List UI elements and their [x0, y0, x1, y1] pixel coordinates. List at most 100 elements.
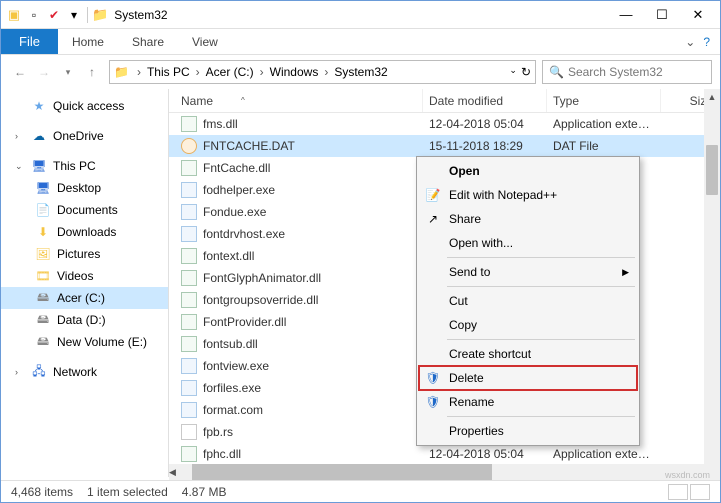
col-type[interactable]: Type [547, 89, 661, 112]
context-menu: Open 📝Edit with Notepad++ ↗Share Open wi… [416, 156, 640, 446]
qat-item[interactable]: ▫ [25, 6, 43, 24]
address-folder-icon: 📁 [114, 65, 129, 79]
chevron-icon[interactable]: › [192, 65, 204, 79]
view-large-button[interactable] [690, 484, 710, 500]
nav-quick-access[interactable]: ★Quick access [1, 95, 168, 117]
scrollbar-thumb[interactable] [706, 145, 718, 195]
ctx-send-to[interactable]: Send to▶ [419, 260, 637, 284]
file-name: fodhelper.exe [203, 183, 275, 197]
file-name: fontext.dll [203, 249, 254, 263]
scroll-left-icon[interactable]: ◀ [169, 464, 176, 480]
ctx-delete[interactable]: Delete [419, 366, 637, 390]
file-tab[interactable]: File [1, 29, 58, 54]
tab-view[interactable]: View [178, 29, 232, 54]
refresh-icon[interactable]: ↻ [521, 65, 531, 79]
nav-videos[interactable]: 🎞Videos [1, 265, 168, 287]
file-icon [181, 424, 197, 440]
ctx-share[interactable]: ↗Share [419, 207, 637, 231]
nav-data-d[interactable]: 🖴Data (D:) [1, 309, 168, 331]
col-date[interactable]: Date modified [423, 89, 547, 112]
back-button[interactable]: ← [9, 61, 31, 83]
nav-onedrive[interactable]: ›☁OneDrive [1, 125, 168, 147]
ctx-cut[interactable]: Cut [419, 289, 637, 313]
shield-icon [425, 371, 441, 385]
title-bar: ▣ ▫ ✔ ▾ 📁 System32 — ☐ ✕ [1, 1, 720, 29]
nav-acer-c[interactable]: 🖴Acer (C:) [1, 287, 168, 309]
shield-icon [425, 395, 441, 409]
nav-this-pc[interactable]: ⌄🖥This PC [1, 155, 168, 177]
scroll-up-icon[interactable]: ▲ [704, 89, 720, 105]
file-row[interactable]: fphc.dll12-04-2018 05:04Application exte… [169, 443, 720, 465]
ctx-properties[interactable]: Properties [419, 419, 637, 443]
file-date: 15-11-2018 18:29 [423, 139, 547, 153]
horizontal-scrollbar[interactable]: ◀ [169, 464, 720, 480]
file-icon [181, 380, 197, 396]
breadcrumb[interactable]: Acer (C:) [204, 65, 256, 79]
file-type: DAT File [547, 139, 661, 153]
file-row[interactable]: FNTCACHE.DAT15-11-2018 18:29DAT File [169, 135, 720, 157]
view-details-button[interactable] [668, 484, 688, 500]
file-name: forfiles.exe [203, 381, 261, 395]
forward-button[interactable]: → [33, 61, 55, 83]
breadcrumb[interactable]: System32 [332, 65, 389, 79]
tab-home[interactable]: Home [58, 29, 118, 54]
file-icon [181, 248, 197, 264]
up-button[interactable]: ↑ [81, 61, 103, 83]
chevron-icon[interactable]: › [133, 65, 145, 79]
nav-pictures[interactable]: 🖼Pictures [1, 243, 168, 265]
maximize-button[interactable]: ☐ [644, 3, 680, 27]
ctx-create-shortcut[interactable]: Create shortcut [419, 342, 637, 366]
ctx-open[interactable]: Open [419, 159, 637, 183]
qat-dropdown-icon[interactable]: ▾ [65, 6, 83, 24]
search-placeholder: Search System32 [568, 65, 663, 79]
file-name: format.com [203, 403, 263, 417]
file-icon [181, 116, 197, 132]
vertical-scrollbar[interactable]: ▲ ▼ [704, 89, 720, 477]
ctx-edit-notepad[interactable]: 📝Edit with Notepad++ [419, 183, 637, 207]
help-icon[interactable]: ? [703, 35, 710, 49]
file-name: FntCache.dll [203, 161, 270, 175]
file-date: 12-04-2018 05:04 [423, 447, 547, 461]
search-input[interactable]: 🔍 Search System32 [542, 60, 712, 84]
qat-checkmark-icon[interactable]: ✔ [45, 6, 63, 24]
nav-new-volume-e[interactable]: 🖴New Volume (E:) [1, 331, 168, 353]
ctx-rename[interactable]: Rename [419, 390, 637, 414]
address-dropdown-icon[interactable]: ⌄ [509, 65, 517, 79]
navigation-bar: ← → ▾ ↑ 📁 › This PC › Acer (C:) › Window… [1, 55, 720, 89]
chevron-icon[interactable]: › [320, 65, 332, 79]
file-icon [181, 182, 197, 198]
file-icon [181, 314, 197, 330]
column-headers: Name^ Date modified Type Size [169, 89, 720, 113]
nav-documents[interactable]: 📄Documents [1, 199, 168, 221]
file-icon [181, 446, 197, 462]
scrollbar-thumb-h[interactable] [192, 464, 492, 480]
close-button[interactable]: ✕ [680, 3, 716, 27]
file-name: fphc.dll [203, 447, 241, 461]
folder-menu-icon[interactable]: ▣ [5, 6, 23, 24]
nav-desktop[interactable]: 🖥Desktop [1, 177, 168, 199]
file-name: fontsub.dll [203, 337, 258, 351]
ribbon-expand-icon[interactable]: ⌄ [685, 35, 695, 49]
history-dropdown[interactable]: ▾ [57, 61, 79, 83]
tab-share[interactable]: Share [118, 29, 178, 54]
file-name: fpb.rs [203, 425, 233, 439]
file-icon [181, 270, 197, 286]
status-size: 4.87 MB [182, 485, 227, 499]
breadcrumb[interactable]: This PC [145, 65, 192, 79]
breadcrumb[interactable]: Windows [268, 65, 321, 79]
file-name: FontProvider.dll [203, 315, 286, 329]
address-bar[interactable]: 📁 › This PC › Acer (C:) › Windows › Syst… [109, 60, 536, 84]
ctx-open-with[interactable]: Open with... [419, 231, 637, 255]
nav-downloads[interactable]: ⬇Downloads [1, 221, 168, 243]
nav-network[interactable]: ›🖧Network [1, 361, 168, 383]
file-name: FontGlyphAnimator.dll [203, 271, 321, 285]
minimize-button[interactable]: — [608, 3, 644, 27]
ctx-copy[interactable]: Copy [419, 313, 637, 337]
file-icon [181, 402, 197, 418]
quick-access-toolbar: ▣ ▫ ✔ ▾ [5, 6, 83, 24]
file-row[interactable]: fms.dll12-04-2018 05:04Application exten… [169, 113, 720, 135]
file-name: fontdrvhost.exe [203, 227, 285, 241]
chevron-icon[interactable]: › [256, 65, 268, 79]
status-item-count: 4,468 items [11, 485, 73, 499]
col-name[interactable]: Name^ [175, 89, 423, 112]
